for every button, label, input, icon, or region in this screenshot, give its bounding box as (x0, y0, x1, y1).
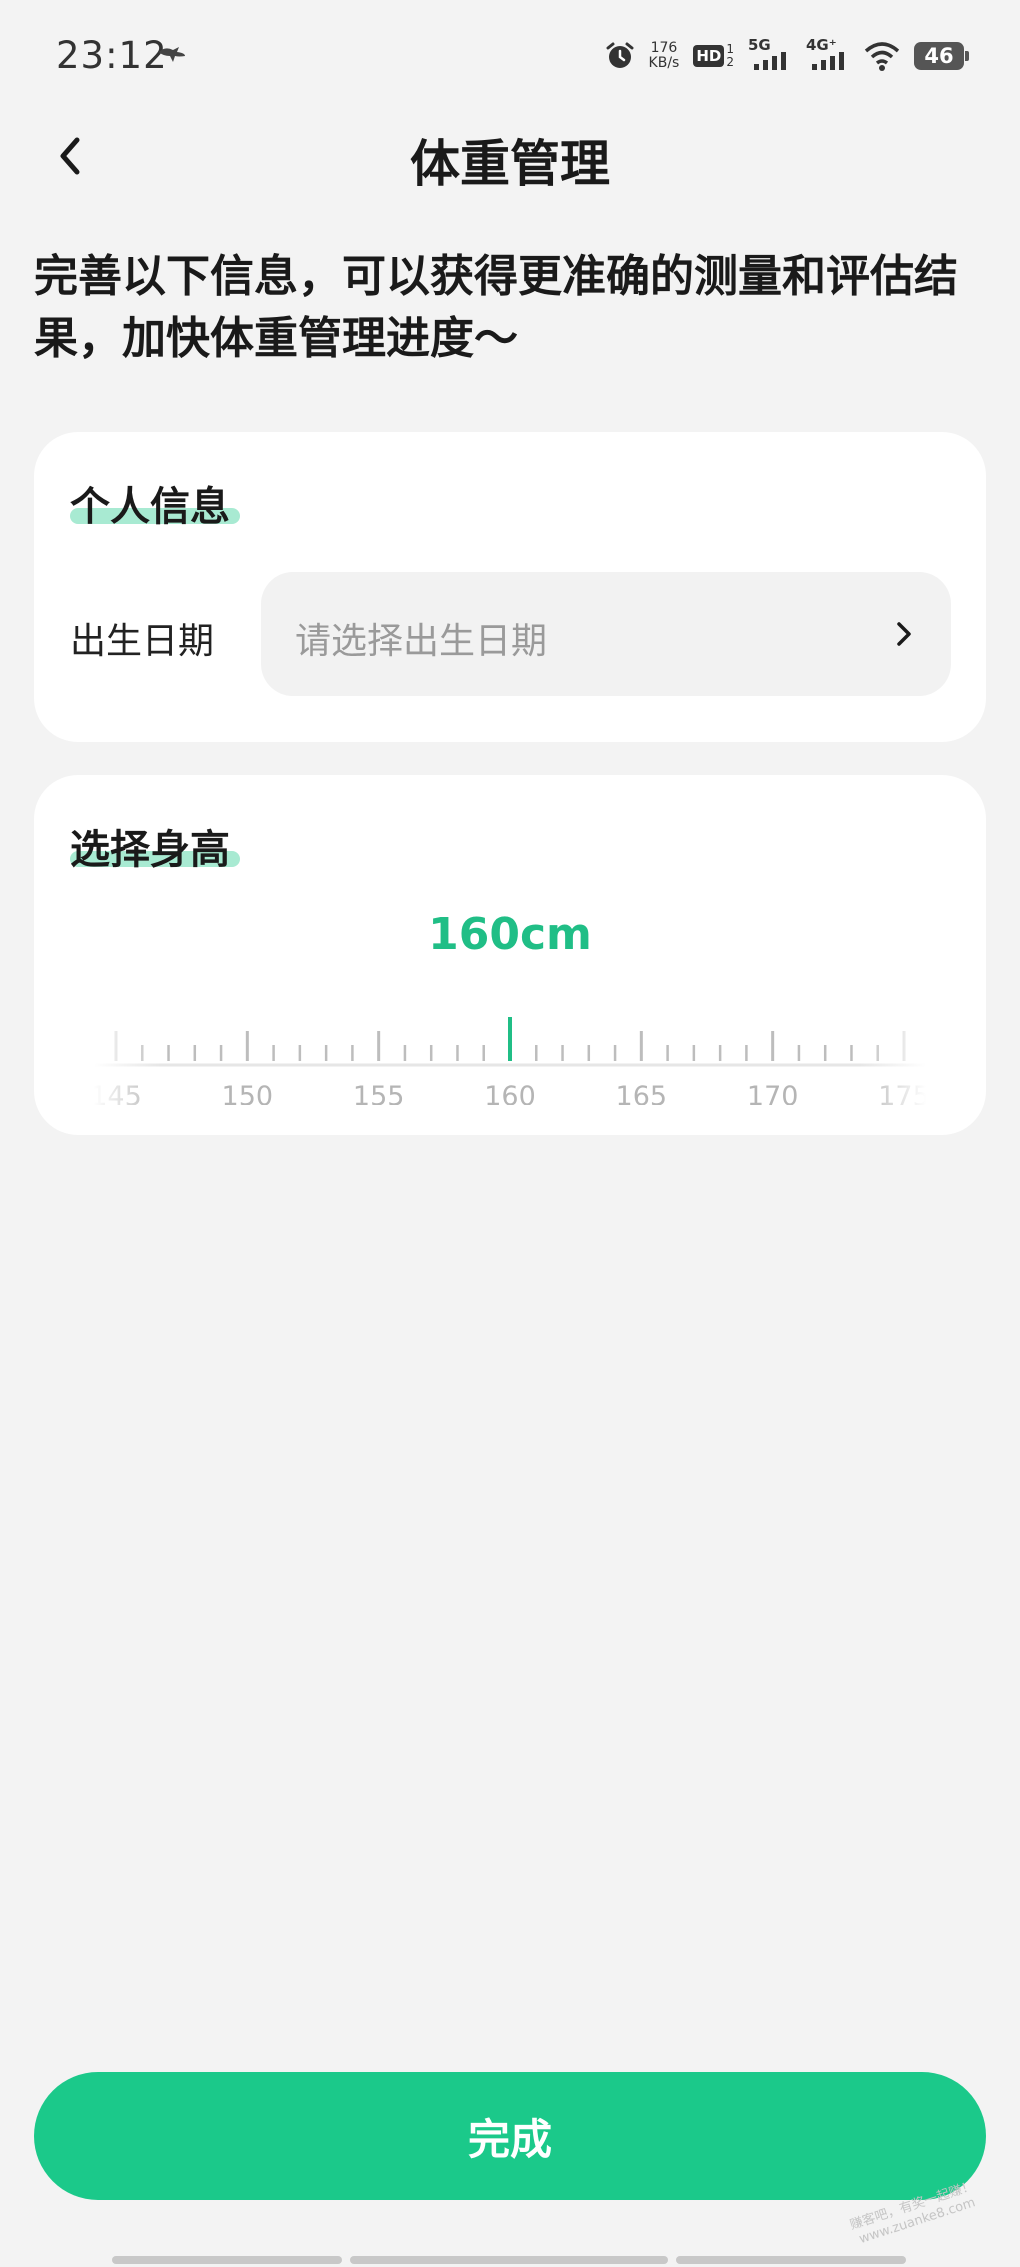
gesture-bar-right[interactable] (676, 2256, 906, 2264)
gesture-bar-left[interactable] (112, 2256, 342, 2264)
signal-4g: 4G⁺ (806, 36, 850, 74)
page-title: 体重管理 (410, 135, 610, 193)
signal-bars-icon (754, 52, 786, 70)
network-speed-value: 176 (650, 40, 678, 56)
battery-level: 46 (924, 44, 954, 68)
signal-bars-icon (812, 52, 844, 70)
hd-voice-indicator: HD 1 2 (693, 43, 734, 69)
intro-text: 完善以下信息，可以获得更准确的测量和评估结果，加快体重管理进度～ (34, 251, 958, 364)
chevron-right-icon (897, 622, 911, 646)
birth-date-label: 出生日期 (70, 621, 215, 662)
wifi-icon (864, 42, 900, 71)
status-icons: 176 KB/s HD 1 2 5G 4G⁺ 46 (605, 36, 969, 76)
personal-info-card: 个人信息 出生日期 请选择出生日期 (34, 432, 986, 742)
status-bar: 23:12 176 KB/s HD 1 2 5G 4G⁺ 46 (0, 0, 1020, 110)
gesture-bar-home[interactable] (350, 2256, 668, 2264)
personal-info-title: 个人信息 (70, 484, 230, 530)
battery-indicator: 46 (914, 42, 969, 70)
birth-date-placeholder: 请选择出生日期 (295, 621, 548, 662)
network-speed: 176 KB/s (649, 41, 680, 71)
height-title: 选择身高 (70, 827, 230, 873)
height-value: 160cm (428, 909, 592, 960)
alarm-icon (606, 42, 634, 68)
network-speed-unit: KB/s (648, 55, 680, 71)
ruler-edge-fade (94, 985, 926, 1105)
hd-label: HD (693, 45, 725, 67)
bird-icon (159, 47, 185, 62)
status-time: 23:12 (56, 34, 168, 77)
done-button[interactable]: 完成 (34, 2072, 986, 2200)
hd-sub: 2 (726, 55, 734, 69)
height-card: 选择身高 160cm 145150155160165170175 (34, 775, 986, 1135)
height-ruler[interactable]: 145150155160165170175 (94, 985, 926, 1105)
app-header: 体重管理 (0, 110, 1020, 202)
birth-date-picker[interactable]: 请选择出生日期 (261, 572, 951, 696)
signal-5g: 5G (748, 36, 792, 74)
